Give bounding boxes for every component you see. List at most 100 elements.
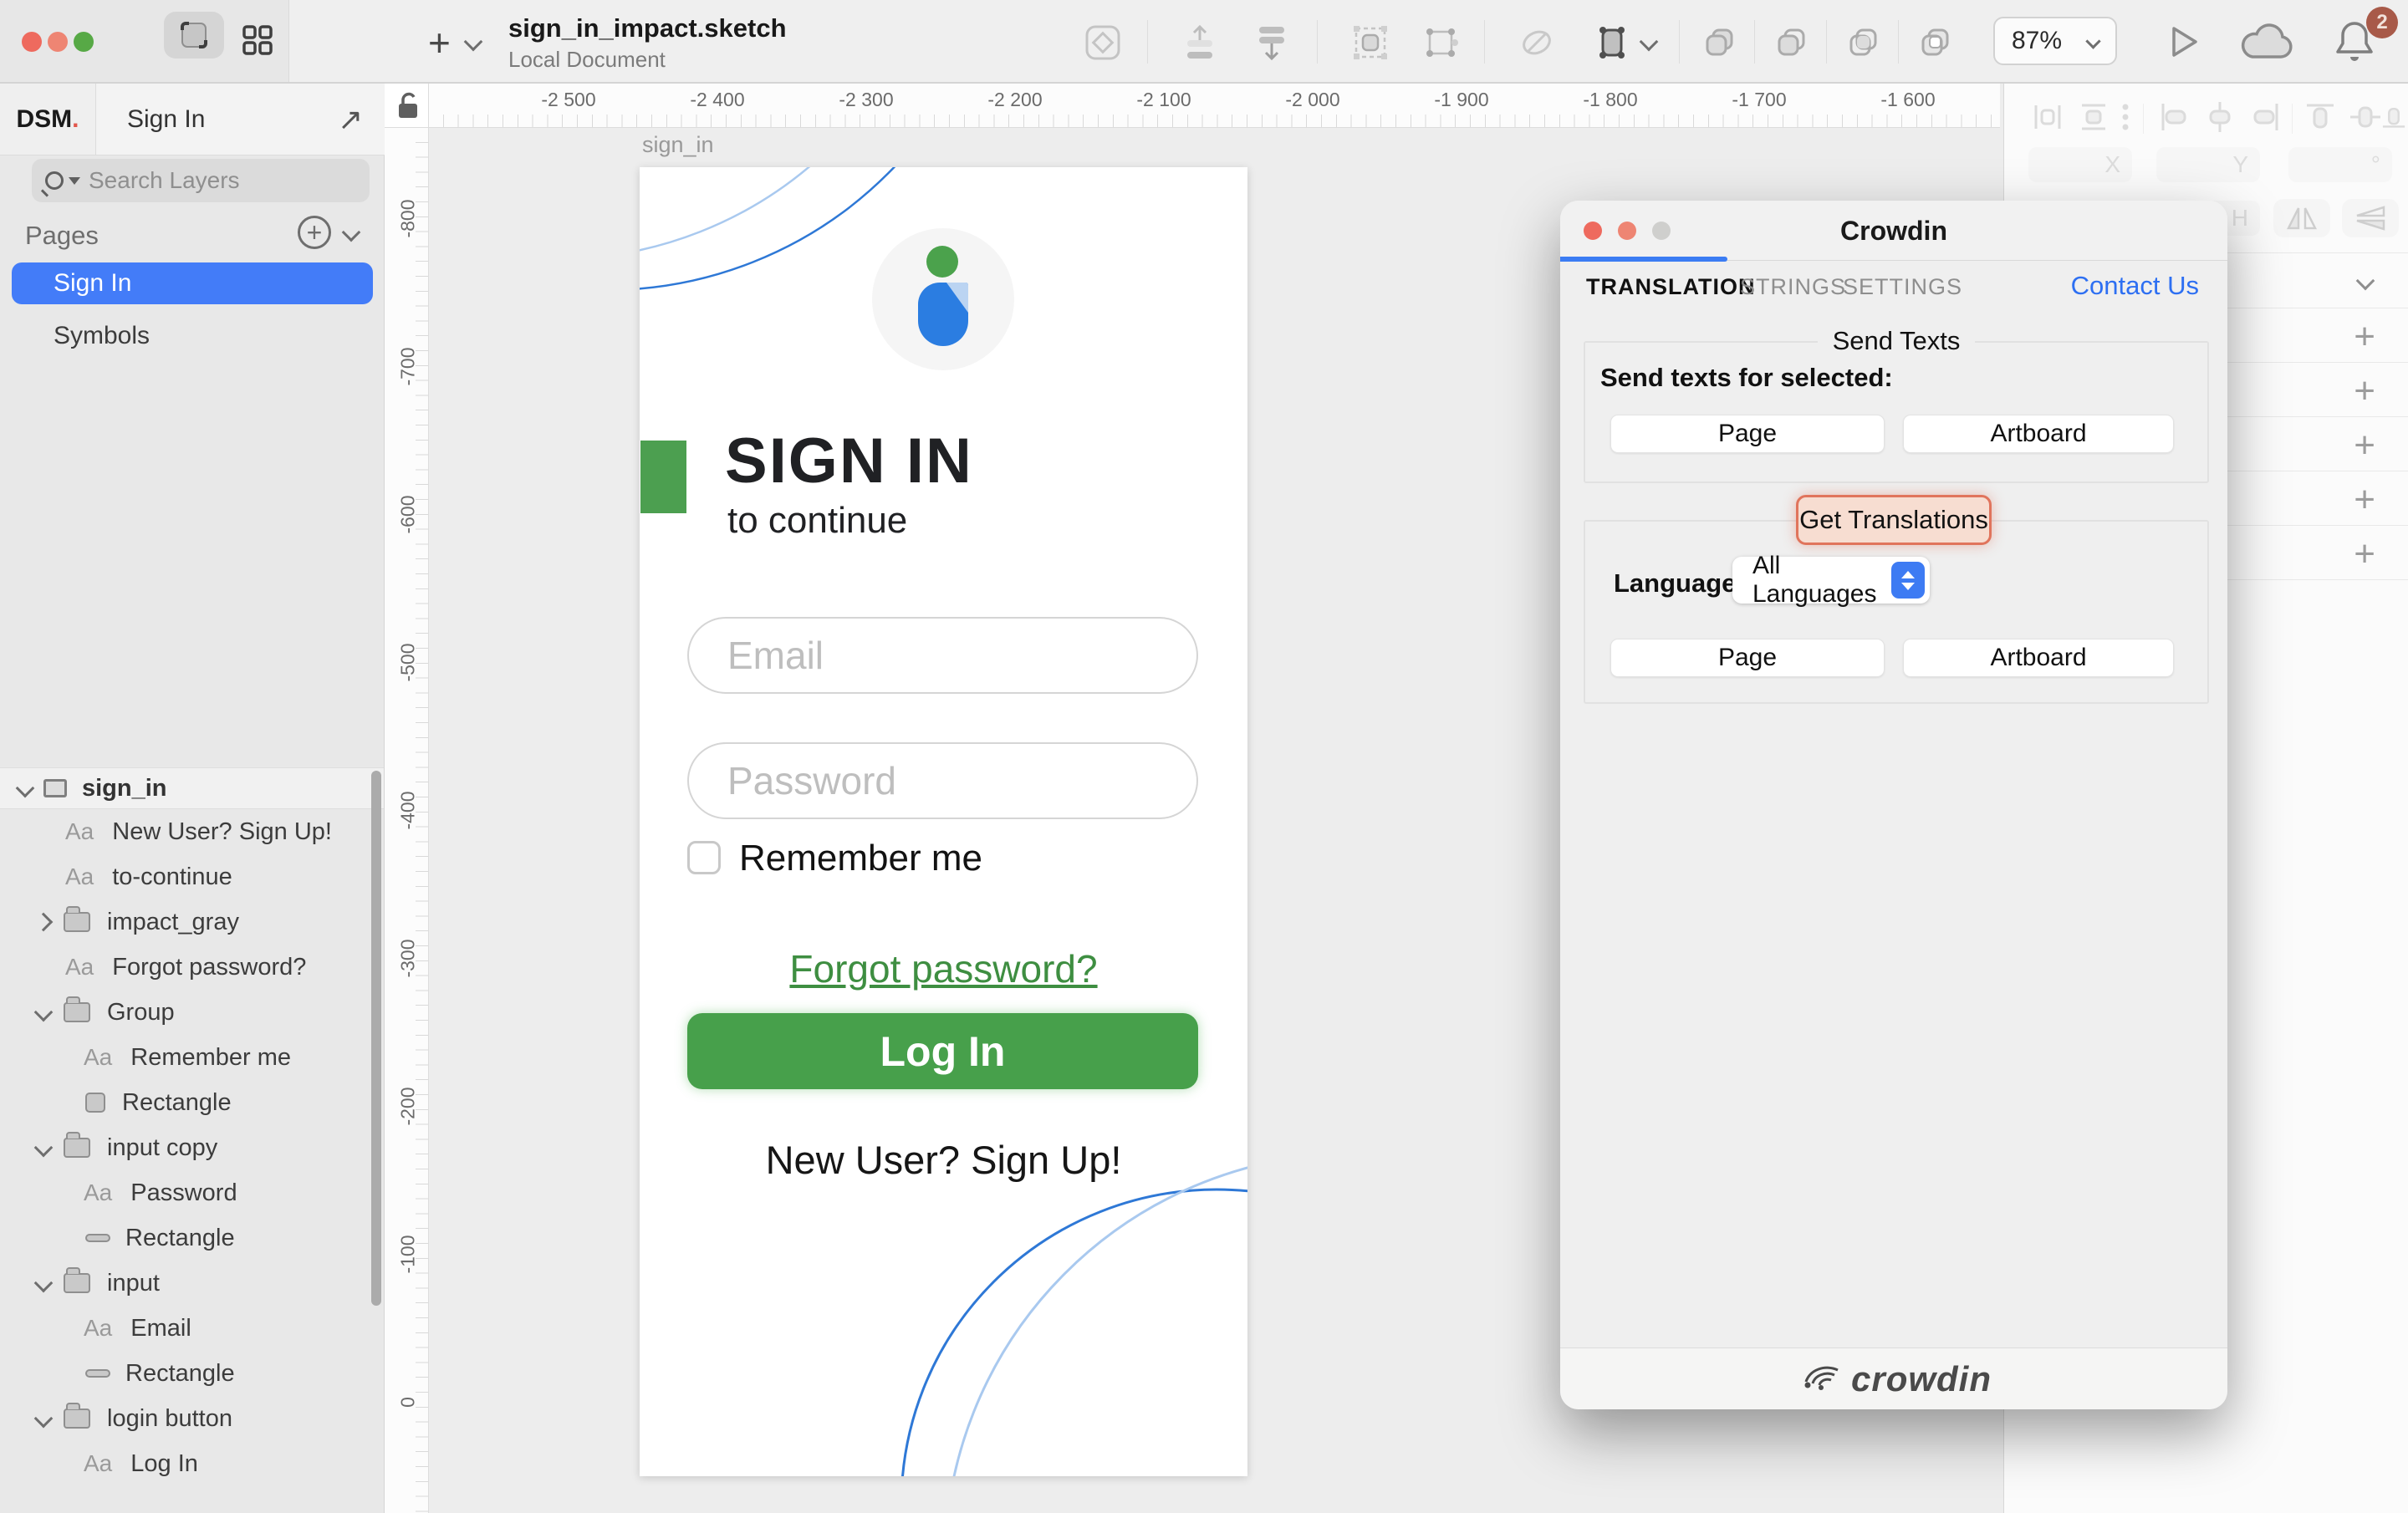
chevron-right-icon[interactable] — [34, 913, 54, 932]
page-item-symbols[interactable]: Symbols — [12, 318, 373, 354]
get-artboard-button[interactable]: Artboard — [1903, 639, 2174, 677]
layer-row[interactable]: Aa New User? Sign Up! — [0, 809, 384, 854]
bring-forward-icon[interactable] — [1181, 23, 1219, 62]
minimize-traffic-light[interactable] — [48, 32, 68, 52]
layer-row[interactable]: Aa Password — [0, 1170, 384, 1215]
password-input[interactable] — [689, 758, 1124, 803]
pages-collapse-chevron-icon[interactable] — [342, 223, 361, 242]
layer-row[interactable]: Aa Email — [0, 1306, 384, 1351]
layer-row[interactable]: Aa Forgot password? — [0, 945, 384, 990]
layer-row-artboard[interactable]: sign_in — [0, 767, 384, 809]
edit-shape-icon[interactable] — [1593, 23, 1631, 62]
edit-shape-chevron-icon[interactable] — [1640, 33, 1659, 52]
play-preview-icon[interactable] — [2164, 22, 2204, 62]
layer-label: Rectangle — [125, 1225, 235, 1252]
layer-row[interactable]: Rectangle — [0, 1080, 384, 1125]
align-left-icon[interactable] — [2156, 99, 2193, 135]
align-right-icon[interactable] — [2247, 99, 2283, 135]
tab-strings[interactable]: STRINGS — [1740, 274, 1846, 300]
insert-button[interactable]: + — [428, 20, 451, 65]
section-collapse-chevron-icon[interactable] — [2356, 272, 2375, 291]
ungroup-icon[interactable] — [1421, 23, 1460, 62]
canvas-view-toggle[interactable] — [164, 12, 224, 59]
layer-row[interactable]: input — [0, 1261, 384, 1306]
x-position-field[interactable]: X — [2028, 147, 2132, 182]
layer-row[interactable]: Aa Remember me — [0, 1035, 384, 1080]
insert-symbol-icon[interactable] — [1084, 23, 1122, 62]
search-input[interactable] — [89, 167, 339, 194]
layer-row[interactable]: input copy — [0, 1125, 384, 1170]
tab-sign-in[interactable]: Sign In — [127, 105, 205, 134]
dropdown-stepper-icon[interactable] — [1891, 562, 1925, 599]
insert-chevron-icon[interactable] — [464, 33, 483, 52]
boolean-subtract-icon[interactable] — [1773, 23, 1811, 62]
flip-vertical-button[interactable] — [2342, 199, 2399, 237]
external-link-icon[interactable]: ↗ — [338, 102, 363, 137]
folder-icon — [64, 1409, 90, 1429]
log-in-button[interactable]: Log In — [687, 1013, 1198, 1089]
align-top-icon[interactable] — [2302, 99, 2339, 135]
rotation-field[interactable]: ° — [2288, 147, 2392, 182]
tab-translation[interactable]: TRANSLATION — [1586, 274, 1755, 300]
grid-view-toggle[interactable] — [236, 18, 279, 62]
add-page-button[interactable]: + — [298, 216, 331, 249]
rotate-icon[interactable] — [1518, 23, 1556, 62]
send-page-button[interactable]: Page — [1610, 415, 1885, 453]
remember-me-checkbox[interactable] — [687, 841, 721, 874]
forgot-password-link[interactable]: Forgot password? — [640, 946, 1247, 991]
chevron-down-icon[interactable] — [34, 1409, 54, 1429]
chevron-down-icon[interactable] — [34, 1003, 54, 1022]
email-input[interactable] — [689, 633, 1124, 678]
document-subtitle: Local Document — [508, 47, 666, 73]
artboard-canvas-label[interactable]: sign_in — [642, 132, 714, 158]
boolean-union-icon[interactable] — [1701, 23, 1739, 62]
contact-us-link[interactable]: Contact Us — [1977, 271, 2199, 301]
text-layer-icon: Aa — [84, 1450, 112, 1477]
get-translations-button[interactable]: Get Translations — [1796, 495, 1992, 545]
zoom-traffic-light[interactable] — [74, 32, 94, 52]
page-item-sign-in[interactable]: Sign In — [12, 262, 373, 304]
y-position-field[interactable]: Y — [2156, 147, 2260, 182]
email-field[interactable] — [687, 617, 1198, 694]
layer-row[interactable]: impact_gray — [0, 899, 384, 945]
align-center-horizontal-icon[interactable] — [2201, 99, 2238, 135]
sidebar: DSM. Sign In ↗ Pages + Sign In Symbols s… — [0, 84, 385, 1513]
layer-row[interactable]: Aa Log In — [0, 1441, 384, 1486]
tab-settings[interactable]: SETTINGS — [1843, 274, 1962, 300]
inspector-divider — [2292, 104, 2293, 134]
artboard[interactable]: SIGN IN to continue Remember me Forgot p… — [640, 167, 1247, 1476]
tab-dsm[interactable]: DSM. — [0, 84, 96, 155]
sign-up-text[interactable]: New User? Sign Up! — [640, 1137, 1247, 1183]
language-dropdown[interactable]: All Languages — [1732, 557, 1930, 604]
send-backward-icon[interactable] — [1252, 23, 1291, 62]
flip-horizontal-button[interactable] — [2273, 199, 2330, 237]
layer-row[interactable]: Group — [0, 990, 384, 1035]
send-artboard-button[interactable]: Artboard — [1903, 415, 2174, 453]
close-traffic-light[interactable] — [22, 32, 42, 52]
layer-row[interactable]: Rectangle — [0, 1215, 384, 1261]
more-options-icon[interactable] — [2115, 99, 2135, 135]
group-icon[interactable] — [1351, 23, 1390, 62]
distribute-horizontal-icon[interactable] — [2029, 99, 2066, 135]
chevron-down-icon[interactable] — [34, 1274, 54, 1293]
zoom-select[interactable]: 87% — [1993, 17, 2117, 65]
unlock-icon[interactable] — [385, 84, 429, 128]
align-bottom-icon[interactable] — [2379, 99, 2408, 135]
boolean-intersect-icon[interactable] — [1844, 23, 1883, 62]
chevron-down-icon[interactable] — [16, 779, 35, 798]
password-field[interactable] — [687, 742, 1198, 819]
cloud-sync-icon[interactable] — [2237, 20, 2296, 64]
sidebar-scrollbar[interactable] — [371, 771, 381, 1306]
y-field-label: Y — [2232, 151, 2248, 178]
get-page-button[interactable]: Page — [1610, 639, 1885, 677]
boolean-difference-icon[interactable] — [1916, 23, 1955, 62]
text-layer-icon: Aa — [84, 1179, 112, 1206]
layer-label: Forgot password? — [112, 954, 306, 981]
chevron-down-icon[interactable] — [34, 1139, 54, 1158]
layer-row[interactable]: Aa to-continue — [0, 854, 384, 899]
layer-row[interactable]: Rectangle — [0, 1351, 384, 1396]
distribute-vertical-icon[interactable] — [2075, 99, 2112, 135]
layer-row[interactable]: login button — [0, 1396, 384, 1441]
text-layer-icon: Aa — [65, 954, 94, 981]
search-layers-field[interactable] — [32, 159, 370, 202]
